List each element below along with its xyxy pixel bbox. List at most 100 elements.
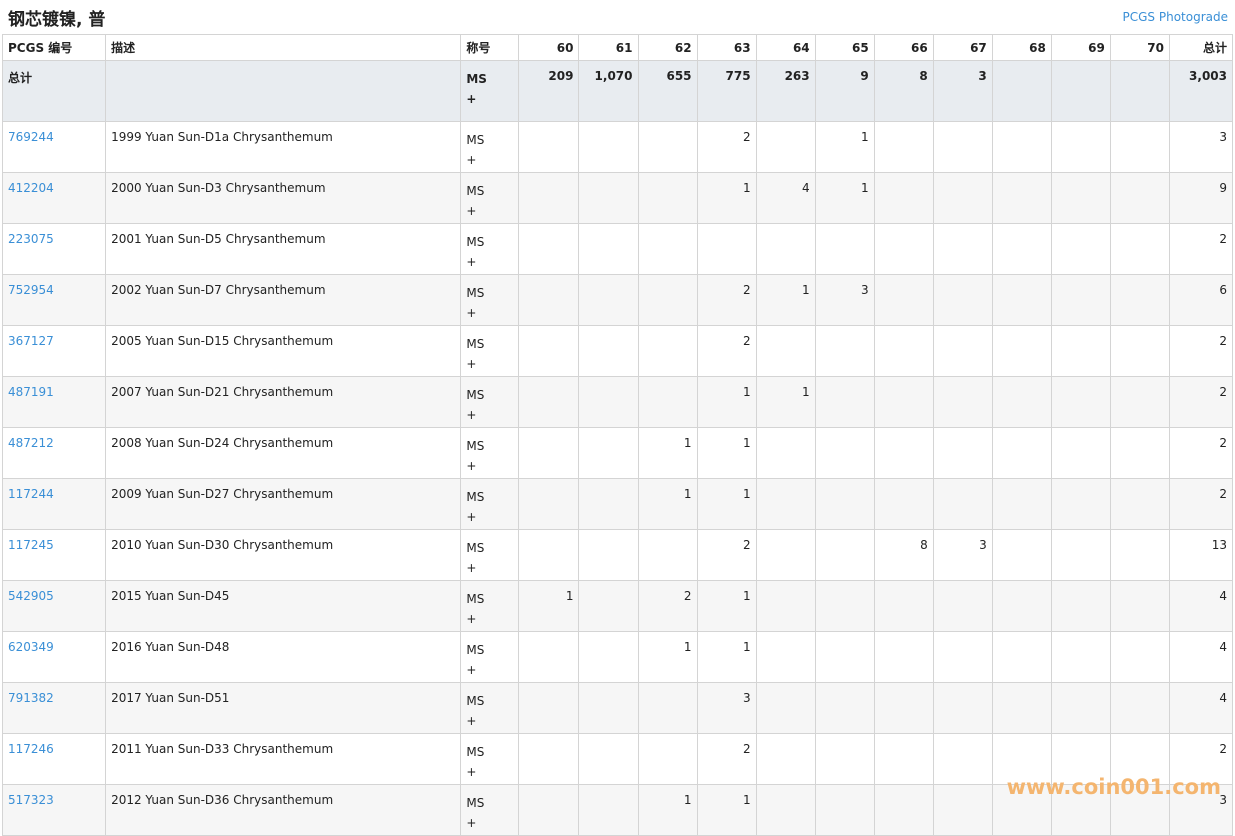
description-cell: 2007 Yuan Sun-D21 Chrysanthemum bbox=[105, 376, 462, 428]
designation-grade: MS bbox=[466, 184, 485, 198]
header-grade-67[interactable]: 67 bbox=[932, 34, 993, 61]
header-grade-61[interactable]: 61 bbox=[578, 34, 639, 61]
table-row[interactable]: 223075 2001 Yuan Sun-D5 Chrysanthemum MS +2 bbox=[1, 223, 1234, 275]
header-pcgs-no[interactable]: PCGS 编号 bbox=[1, 34, 107, 61]
header-grade-66[interactable]: 66 bbox=[873, 34, 934, 61]
header-grade-63[interactable]: 63 bbox=[696, 34, 757, 61]
grade-count-cell: 1 bbox=[696, 784, 757, 836]
header-total[interactable]: 总计 bbox=[1168, 34, 1234, 61]
grade-count-cell bbox=[873, 223, 934, 275]
pcgs-number-cell: 367127 bbox=[1, 325, 107, 377]
description-cell: 2005 Yuan Sun-D15 Chrysanthemum bbox=[105, 325, 462, 377]
pcgs-number-link[interactable]: 117244 bbox=[8, 487, 54, 501]
photograde-link[interactable]: PCGS Photograde bbox=[1123, 10, 1228, 24]
total-total: 3,003 bbox=[1168, 60, 1234, 122]
pcgs-number-link[interactable]: 487212 bbox=[8, 436, 54, 450]
pcgs-number-link[interactable]: 769244 bbox=[8, 130, 54, 144]
pcgs-number-link[interactable]: 791382 bbox=[8, 691, 54, 705]
grade-count-cell bbox=[991, 274, 1052, 326]
table-row[interactable]: 752954 2002 Yuan Sun-D7 Chrysanthemum MS +2… bbox=[1, 274, 1234, 326]
grade-count-cell bbox=[932, 376, 993, 428]
grade-count-cell: 1 bbox=[696, 172, 757, 224]
header-grade-60[interactable]: 60 bbox=[518, 34, 580, 61]
grade-count-cell bbox=[518, 631, 580, 683]
designation-plus: + bbox=[466, 92, 477, 106]
total-label: 总计 bbox=[1, 60, 107, 122]
header-grade-70[interactable]: 70 bbox=[1109, 34, 1170, 61]
grade-count-cell bbox=[932, 784, 993, 836]
table-row[interactable]: 791382 2017 Yuan Sun-D51 MS +3 4 bbox=[1, 682, 1234, 734]
grade-count-cell: 3 bbox=[696, 682, 757, 734]
grade-count-cell bbox=[991, 427, 1052, 479]
grade-count-cell: 1 bbox=[637, 784, 698, 836]
grade-count-cell bbox=[814, 376, 875, 428]
table-row[interactable]: 487191 2007 Yuan Sun-D21 Chrysanthemum MS +… bbox=[1, 376, 1234, 428]
grade-count-cell bbox=[873, 682, 934, 734]
header-grade-64[interactable]: 64 bbox=[755, 34, 816, 61]
pcgs-number-link[interactable]: 117246 bbox=[8, 742, 54, 756]
grade-count-cell: 1 bbox=[755, 274, 816, 326]
pcgs-number-link[interactable]: 412204 bbox=[8, 181, 54, 195]
pcgs-number-link[interactable]: 223075 bbox=[8, 232, 54, 246]
grade-count-cell bbox=[637, 121, 698, 173]
table-row[interactable]: 117245 2010 Yuan Sun-D30 Chrysanthemum MS +… bbox=[1, 529, 1234, 581]
pcgs-number-link[interactable]: 367127 bbox=[8, 334, 54, 348]
table-row[interactable]: 412204 2000 Yuan Sun-D3 Chrysanthemum MS +1… bbox=[1, 172, 1234, 224]
grade-count-cell: 1 bbox=[755, 376, 816, 428]
table-row[interactable]: 769244 1999 Yuan Sun-D1a Chrysanthemum MS +… bbox=[1, 121, 1234, 173]
designation-cell: MS + bbox=[460, 376, 520, 428]
grade-count-cell bbox=[518, 529, 580, 581]
pcgs-number-link[interactable]: 620349 bbox=[8, 640, 54, 654]
grade-count-cell: 2 bbox=[696, 529, 757, 581]
grade-count-cell: 1 bbox=[696, 631, 757, 683]
pcgs-number-link[interactable]: 542905 bbox=[8, 589, 54, 603]
table-row[interactable]: 487212 2008 Yuan Sun-D24 Chrysanthemum MS +… bbox=[1, 427, 1234, 479]
page: 钢芯镀镍, 普 PCGS Photograde PCGS 编号 描述 称号 60… bbox=[0, 0, 1235, 836]
grade-count-cell bbox=[932, 580, 993, 632]
header-designation[interactable]: 称号 bbox=[460, 34, 520, 61]
total-row: 总计 MS + 209 1,070 655 775 263 9 8 3 3,00… bbox=[1, 60, 1234, 122]
grade-count-cell bbox=[1050, 529, 1111, 581]
grade-count-cell bbox=[637, 274, 698, 326]
grade-count-cell bbox=[873, 733, 934, 785]
grade-count-cell: 1 bbox=[637, 478, 698, 530]
grade-count-cell bbox=[518, 376, 580, 428]
pcgs-number-link[interactable]: 517323 bbox=[8, 793, 54, 807]
header-grade-69[interactable]: 69 bbox=[1050, 34, 1111, 61]
pcgs-number-link[interactable]: 752954 bbox=[8, 283, 54, 297]
pcgs-number-cell: 620349 bbox=[1, 631, 107, 683]
grade-count-cell bbox=[518, 172, 580, 224]
grade-count-cell bbox=[755, 529, 816, 581]
designation-plus: + bbox=[466, 510, 477, 524]
total-grade-62: 655 bbox=[637, 60, 698, 122]
grade-count-cell: 1 bbox=[637, 427, 698, 479]
grade-count-cell: 2 bbox=[696, 121, 757, 173]
grade-count-cell bbox=[578, 580, 639, 632]
table-row[interactable]: 542905 2015 Yuan Sun-D45 MS +1 2 1 4 bbox=[1, 580, 1234, 632]
pcgs-number-cell: 542905 bbox=[1, 580, 107, 632]
table-row[interactable]: 117244 2009 Yuan Sun-D27 Chrysanthemum MS +… bbox=[1, 478, 1234, 530]
grade-count-cell bbox=[755, 325, 816, 377]
grade-count-cell bbox=[991, 580, 1052, 632]
grade-count-cell bbox=[578, 529, 639, 581]
header-description[interactable]: 描述 bbox=[105, 34, 462, 61]
grade-count-cell bbox=[755, 478, 816, 530]
pcgs-number-link[interactable]: 487191 bbox=[8, 385, 54, 399]
designation-cell: MS + bbox=[460, 478, 520, 530]
header-grade-68[interactable]: 68 bbox=[991, 34, 1052, 61]
header-grade-65[interactable]: 65 bbox=[814, 34, 875, 61]
designation-grade: MS bbox=[466, 592, 485, 606]
designation-cell: MS + bbox=[460, 529, 520, 581]
designation-grade: MS bbox=[466, 796, 485, 810]
designation-grade: MS bbox=[466, 439, 485, 453]
table-row[interactable]: 367127 2005 Yuan Sun-D15 Chrysanthemum MS +… bbox=[1, 325, 1234, 377]
pcgs-number-link[interactable]: 117245 bbox=[8, 538, 54, 552]
designation-cell: MS + bbox=[460, 682, 520, 734]
table-row[interactable]: 620349 2016 Yuan Sun-D48 MS +1 1 4 bbox=[1, 631, 1234, 683]
header-grade-62[interactable]: 62 bbox=[637, 34, 698, 61]
grade-count-cell bbox=[932, 682, 993, 734]
grade-count-cell bbox=[518, 274, 580, 326]
grade-count-cell bbox=[1050, 478, 1111, 530]
grade-count-cell bbox=[578, 172, 639, 224]
designation-cell: MS + bbox=[460, 784, 520, 836]
